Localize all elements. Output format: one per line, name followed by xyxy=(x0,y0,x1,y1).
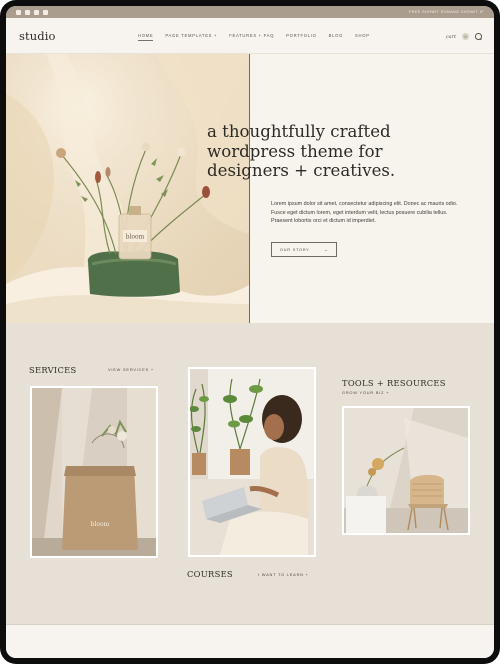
services-image[interactable]: bloom xyxy=(30,386,158,558)
hero-heading-line-1: a thoughtfully crafted xyxy=(207,122,391,141)
learn-more-link[interactable]: I WANT TO LEARN + xyxy=(258,572,309,577)
pinterest-icon[interactable] xyxy=(43,9,48,15)
svg-text:bloom: bloom xyxy=(126,234,145,241)
search-icon[interactable] xyxy=(475,33,482,40)
courses-image[interactable] xyxy=(188,367,316,557)
hero-heading: a thoughtfully crafted wordpress theme f… xyxy=(207,122,447,181)
nav-features-faq[interactable]: FEATURES + FAQ xyxy=(229,33,274,41)
site-header: studio HOME PAGE TEMPLATES + FEATURES + … xyxy=(6,18,494,54)
announcement-bar: FREE SHOWIT ROBANG SHOWIT IF xyxy=(6,6,494,18)
nav-shop[interactable]: SHOP xyxy=(355,33,370,41)
our-story-button[interactable]: OUR STORY → xyxy=(271,242,337,257)
promo-text[interactable]: FREE SHOWIT ROBANG SHOWIT IF xyxy=(409,10,484,14)
nav-portfolio[interactable]: PORTFOLIO xyxy=(286,33,316,41)
bag-logo-text: bloom xyxy=(91,521,110,528)
browser-viewport: FREE SHOWIT ROBANG SHOWIT IF studio HOME… xyxy=(6,6,494,658)
hero-image: bloom xyxy=(6,54,250,323)
arrow-right-icon: → xyxy=(323,247,329,252)
tools-resources-heading: TOOLS + RESOURCES xyxy=(342,378,446,388)
hero-heading-line-3: designers + creatives. xyxy=(207,161,396,180)
hero-body-text: Lorem ipsum dolor sit amet, consectetur … xyxy=(271,201,458,225)
nav-home[interactable]: HOME xyxy=(138,33,154,41)
cart-count-badge: 0 xyxy=(462,33,469,40)
device-frame: FREE SHOWIT ROBANG SHOWIT IF studio HOME… xyxy=(0,0,500,664)
main-nav: HOME PAGE TEMPLATES + FEATURES + FAQ POR… xyxy=(138,33,370,41)
courses-heading: COURSES xyxy=(187,569,233,579)
social-links xyxy=(16,9,48,15)
nav-page-templates[interactable]: PAGE TEMPLATES + xyxy=(165,33,217,41)
grow-your-biz-link[interactable]: GROW YOUR BIZ + xyxy=(342,390,389,395)
hero-copy-panel xyxy=(251,54,494,323)
hero-heading-line-2: wordpress theme for xyxy=(207,141,383,161)
site-logo[interactable]: studio xyxy=(19,29,56,43)
footer-strip xyxy=(6,624,494,658)
our-story-label: OUR STORY xyxy=(280,247,310,252)
tools-resources-image[interactable] xyxy=(342,406,470,535)
facebook-icon[interactable] xyxy=(16,9,21,15)
view-services-link[interactable]: VIEW SERVICES + xyxy=(108,367,154,372)
cart-link[interactable]: cart xyxy=(446,34,456,40)
header-actions: cart 0 xyxy=(446,33,482,40)
services-heading: SERVICES xyxy=(29,365,77,375)
instagram-icon[interactable] xyxy=(25,9,30,15)
youtube-icon[interactable] xyxy=(34,9,39,15)
nav-blog[interactable]: BLOG xyxy=(329,33,343,41)
